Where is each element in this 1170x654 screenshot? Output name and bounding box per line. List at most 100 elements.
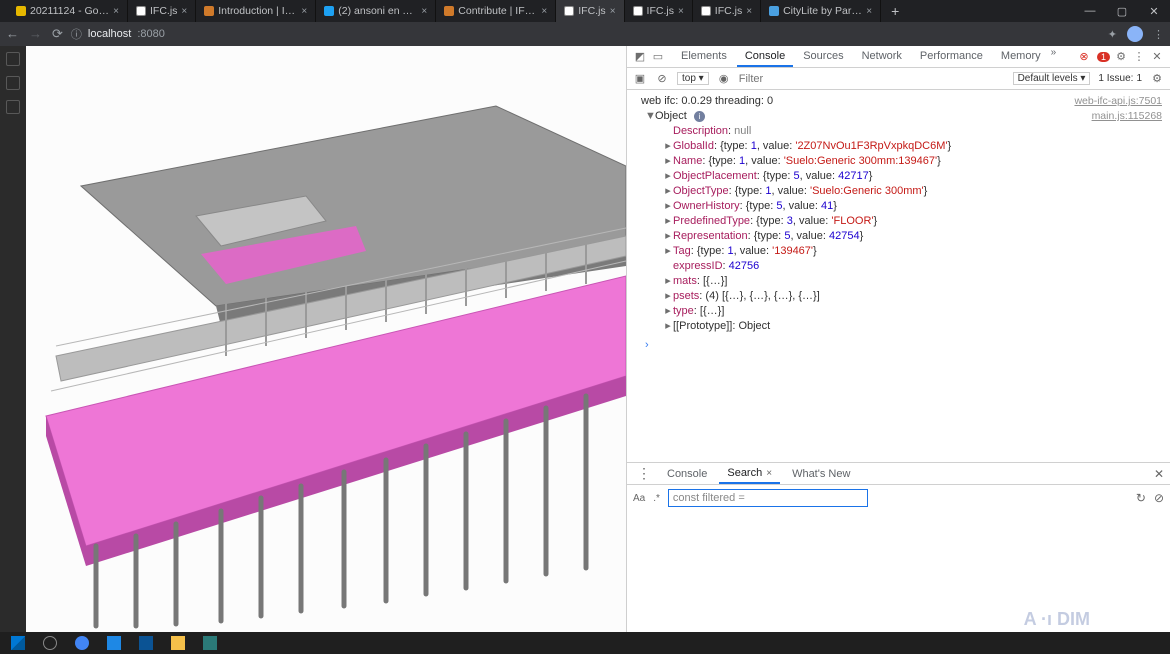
window-minimize-icon[interactable]: —: [1074, 0, 1106, 22]
activity-icon[interactable]: [6, 52, 20, 66]
ifc-3d-viewport[interactable]: [26, 46, 626, 632]
console-object[interactable]: ▼Object i: [645, 109, 1092, 124]
new-tab-button[interactable]: +: [881, 3, 909, 19]
expand-icon[interactable]: ▸: [663, 289, 673, 304]
error-indicator-icon[interactable]: ⊗: [1077, 50, 1091, 64]
disclosure-triangle-icon[interactable]: ▼: [645, 109, 655, 124]
nav-forward-icon[interactable]: →: [29, 26, 42, 42]
close-icon[interactable]: ×: [541, 6, 547, 17]
expand-icon[interactable]: ▸: [663, 139, 673, 154]
browser-tab-active[interactable]: IFC.js×: [556, 0, 624, 22]
expand-icon[interactable]: ▸: [663, 169, 673, 184]
settings-gear-icon[interactable]: ⚙: [1114, 50, 1128, 64]
site-info-icon[interactable]: ⓘ: [71, 26, 82, 42]
close-icon[interactable]: ×: [678, 6, 684, 17]
browser-tab[interactable]: Contribute | IFC.js×: [436, 0, 556, 22]
address-bar[interactable]: ⓘ localhost:8080: [71, 26, 165, 42]
nav-back-icon[interactable]: ←: [6, 26, 19, 42]
drawer-menu-icon[interactable]: ⋮: [633, 465, 655, 482]
extension-icon[interactable]: ✦: [1108, 28, 1117, 41]
app-activity-bar: [0, 46, 26, 632]
nav-reload-icon[interactable]: ⟳: [52, 26, 63, 42]
close-icon[interactable]: ×: [610, 6, 616, 17]
close-icon[interactable]: ×: [421, 6, 427, 17]
expand-icon[interactable]: ▸: [663, 154, 673, 169]
devtools-tabbar: ◩ ▭ Elements Console Sources Network Per…: [627, 46, 1170, 68]
expand-icon[interactable]: ▸: [663, 199, 673, 214]
expand-icon[interactable]: ▸: [663, 319, 673, 334]
building-model-render: [26, 46, 626, 632]
activity-icon[interactable]: [6, 76, 20, 90]
refresh-icon[interactable]: ↻: [1136, 491, 1146, 505]
browser-tab[interactable]: 20211124 - Google S×: [8, 0, 128, 22]
devtools-tab-network[interactable]: Network: [854, 47, 910, 67]
close-icon[interactable]: ×: [746, 6, 752, 17]
browser-tab[interactable]: Introduction | IFC.js×: [196, 0, 316, 22]
browser-tab[interactable]: IFC.js×: [128, 0, 196, 22]
expand-icon[interactable]: ▸: [663, 214, 673, 229]
expand-icon[interactable]: ▸: [663, 274, 673, 289]
search-bar: Aa .* ↻ ⊘: [633, 489, 1164, 507]
expand-icon[interactable]: ▸: [663, 244, 673, 259]
taskbar-app-icon[interactable]: [100, 634, 128, 652]
close-icon[interactable]: ×: [301, 6, 307, 17]
window-maximize-icon[interactable]: ▢: [1106, 0, 1138, 22]
devtools-tab-performance[interactable]: Performance: [912, 47, 991, 67]
search-input[interactable]: [668, 489, 868, 507]
more-tabs-icon[interactable]: »: [1051, 47, 1057, 67]
match-case-icon[interactable]: Aa: [633, 493, 645, 504]
kebab-menu-icon[interactable]: ⋮: [1132, 50, 1146, 64]
regex-icon[interactable]: .*: [653, 493, 660, 504]
issues-indicator[interactable]: 1 Issue: 1: [1098, 73, 1142, 84]
devtools-tab-console[interactable]: Console: [737, 47, 793, 67]
inspect-element-icon[interactable]: ◩: [633, 50, 647, 64]
drawer-tab-console[interactable]: Console: [659, 465, 715, 483]
close-icon[interactable]: ×: [181, 6, 187, 17]
start-button[interactable]: [4, 634, 32, 652]
browser-tab[interactable]: (2) ansoni en Twitter×: [316, 0, 436, 22]
eye-icon[interactable]: ◉: [717, 72, 731, 86]
object-properties: Description: null ▸GlobalId: {type: 1, v…: [663, 124, 1162, 334]
devtools-tab-elements[interactable]: Elements: [673, 47, 735, 67]
execution-context-select[interactable]: top ▾: [677, 72, 709, 85]
devtools-tab-sources[interactable]: Sources: [795, 47, 851, 67]
settings-gear-icon[interactable]: ⚙: [1150, 72, 1164, 86]
source-link[interactable]: main.js:115268: [1092, 109, 1162, 124]
window-close-icon[interactable]: ✕: [1138, 0, 1170, 22]
close-icon[interactable]: ×: [766, 468, 772, 479]
expand-icon[interactable]: ▸: [663, 304, 673, 319]
info-icon[interactable]: i: [694, 111, 705, 122]
taskbar-app-icon[interactable]: [68, 634, 96, 652]
taskbar-app-icon[interactable]: [196, 634, 224, 652]
activity-icon[interactable]: [6, 100, 20, 114]
console-sidebar-toggle-icon[interactable]: ▣: [633, 72, 647, 86]
drawer-close-icon[interactable]: ✕: [1154, 467, 1164, 481]
browser-tab[interactable]: IFC.js×: [693, 0, 761, 22]
device-toggle-icon[interactable]: ▭: [651, 50, 665, 64]
taskbar-search-icon[interactable]: [36, 634, 64, 652]
console-prompt-icon[interactable]: ›: [645, 338, 649, 353]
browser-toolbar: ← → ⟳ ⓘ localhost:8080 ✦ ⋮: [0, 22, 1170, 46]
close-icon[interactable]: ×: [866, 6, 872, 17]
console-output[interactable]: web ifc: 0.0.29 threading: 0 web-ifc-api…: [627, 90, 1170, 462]
url-port: :8080: [137, 28, 165, 40]
expand-icon[interactable]: ▸: [663, 184, 673, 199]
taskbar-app-icon[interactable]: [164, 634, 192, 652]
source-link[interactable]: web-ifc-api.js:7501: [1074, 94, 1162, 109]
log-levels-select[interactable]: Default levels ▾: [1013, 72, 1091, 85]
browser-tab[interactable]: CityLite by Parametric×: [761, 0, 881, 22]
clear-console-icon[interactable]: ⊘: [655, 72, 669, 86]
browser-tab[interactable]: IFC.js×: [625, 0, 693, 22]
drawer-tab-search[interactable]: Search×: [719, 464, 780, 484]
console-filter-input[interactable]: [739, 73, 1005, 85]
clear-icon[interactable]: ⊘: [1154, 491, 1164, 505]
drawer-tab-whatsnew[interactable]: What's New: [784, 465, 858, 483]
kebab-menu-icon[interactable]: ⋮: [1153, 28, 1164, 41]
expand-icon[interactable]: ▸: [663, 229, 673, 244]
devtools-tab-memory[interactable]: Memory: [993, 47, 1049, 67]
devtools-close-icon[interactable]: ✕: [1150, 50, 1164, 64]
profile-avatar-icon[interactable]: [1127, 26, 1143, 42]
close-icon[interactable]: ×: [113, 6, 119, 17]
taskbar-app-icon[interactable]: [132, 634, 160, 652]
devtools-drawer: ⋮ Console Search× What's New ✕ Aa .* ↻ ⊘: [627, 462, 1170, 632]
